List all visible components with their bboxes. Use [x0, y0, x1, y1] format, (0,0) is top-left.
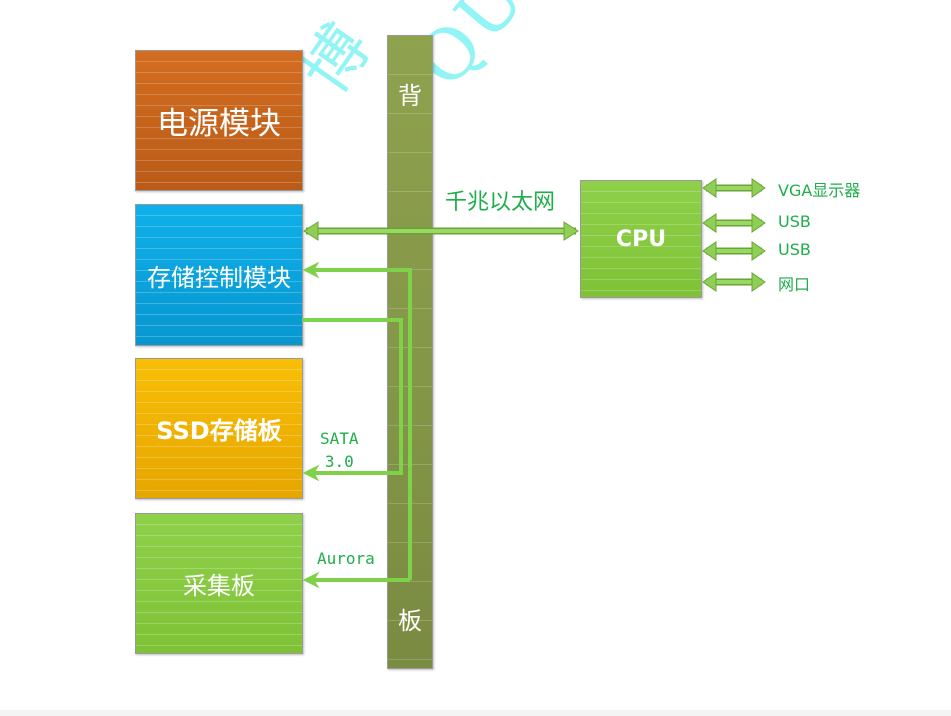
port-label-network: 网口 — [778, 275, 811, 294]
aurora-label: Aurora — [317, 549, 375, 568]
sata-label-line2: 3.0 — [324, 452, 354, 471]
bottom-strip — [0, 710, 951, 716]
port-arrow-network — [702, 272, 766, 292]
aurora-link — [302, 261, 412, 580]
ethernet-arrow-right — [563, 221, 579, 241]
port-arrow-vga — [702, 178, 766, 198]
ethernet-link — [303, 221, 579, 241]
sata-label-line1: SATA — [320, 429, 359, 448]
port-label-usb-2: USB — [778, 240, 811, 259]
connection-lines — [302, 178, 766, 589]
ethernet-label: 千兆以太网 — [445, 190, 556, 215]
port-arrow-usb-1 — [702, 213, 766, 233]
port-label-usb-1: USB — [778, 212, 811, 231]
port-arrow-usb-2 — [702, 241, 766, 261]
port-label-vga: VGA显示器 — [778, 181, 861, 200]
ethernet-arrow-left — [303, 221, 319, 241]
cpu-port-arrows — [702, 178, 766, 292]
sata-label: SATA 3.0 — [320, 427, 359, 473]
